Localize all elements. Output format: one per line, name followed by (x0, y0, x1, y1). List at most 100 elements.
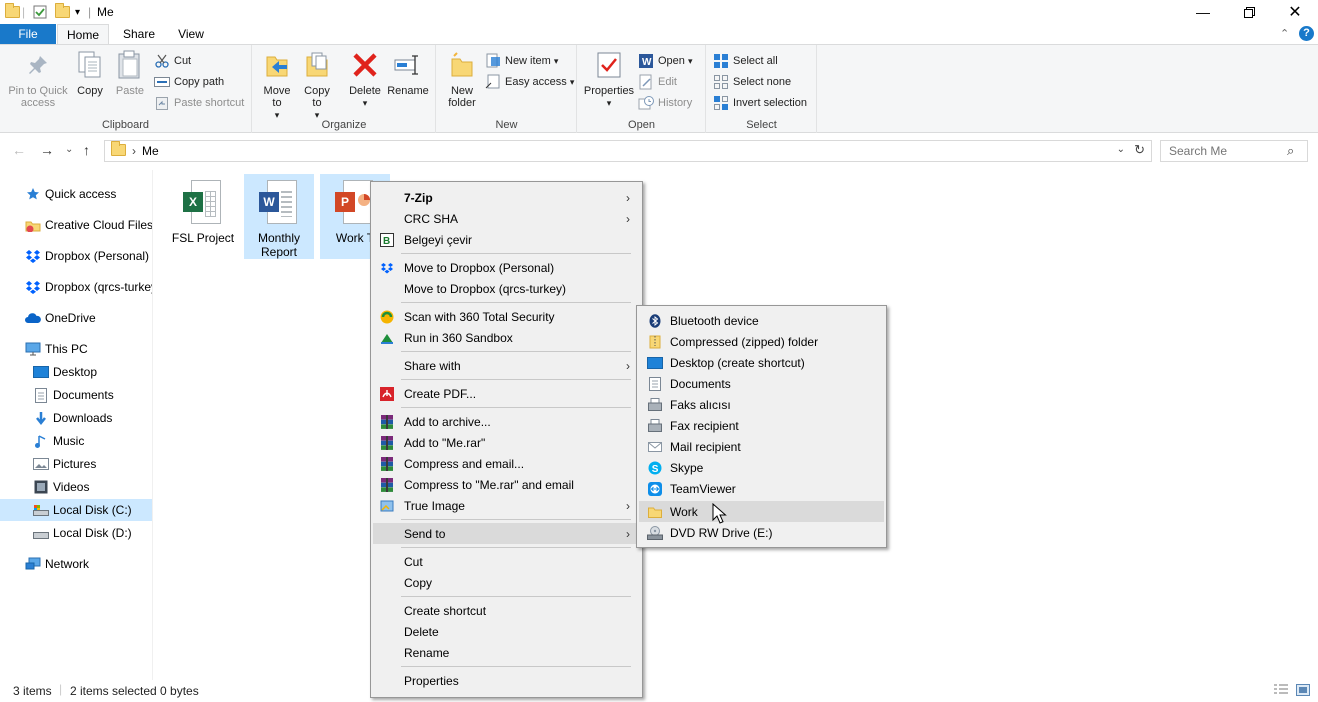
menu-item-compress-to-me-rar-email[interactable]: Compress to "Me.rar" and email (373, 474, 640, 495)
help-icon[interactable]: ? (1299, 26, 1314, 41)
open-label: Open (658, 55, 685, 67)
menu-item-7zip[interactable]: 7-Zip › (373, 187, 640, 208)
send-to-faks-alicisi[interactable]: Faks alıcısı (639, 394, 884, 415)
menu-item-run-360-sandbox[interactable]: Run in 360 Sandbox (373, 327, 640, 348)
send-to-bluetooth[interactable]: Bluetooth device (639, 310, 884, 331)
dropbox-icon (379, 260, 395, 276)
paste-button[interactable]: Paste (112, 49, 148, 97)
copy-path-button[interactable]: Copy path (154, 72, 224, 92)
sidebar-item-local-disk-d[interactable]: Local Disk (D:) (0, 522, 152, 544)
forward-arrow-icon[interactable]: → (40, 142, 54, 158)
sidebar-item-quick-access[interactable]: Quick access (0, 183, 152, 205)
mail-icon (647, 439, 663, 455)
sidebar-item-network[interactable]: Network (0, 553, 152, 575)
menu-item-create-shortcut[interactable]: Create shortcut (373, 600, 640, 621)
new-folder-quick-icon[interactable] (55, 3, 70, 20)
send-to-fax-recipient[interactable]: Fax recipient (639, 415, 884, 436)
collapse-ribbon-icon[interactable]: ⌃ (1280, 27, 1289, 40)
copy-to-button[interactable]: Copy to ▾ (299, 49, 335, 121)
sidebar-item-desktop[interactable]: Desktop (0, 361, 152, 383)
send-to-work[interactable]: Work (639, 501, 884, 522)
tab-view[interactable]: View (170, 24, 212, 44)
back-arrow-icon[interactable]: ← (12, 142, 26, 158)
tab-share[interactable]: Share (118, 24, 160, 44)
menu-item-scan-360[interactable]: Scan with 360 Total Security (373, 306, 640, 327)
tab-home[interactable]: Home (57, 24, 109, 44)
menu-item-copy[interactable]: Copy (373, 572, 640, 593)
refresh-icon[interactable]: ↻ (1134, 142, 1145, 158)
sidebar-item-downloads[interactable]: Downloads (0, 407, 152, 429)
sidebar-item-this-pc[interactable]: This PC (0, 338, 152, 360)
menu-item-belgeyi-cevir[interactable]: B Belgeyi çevir (373, 229, 640, 250)
menu-item-true-image[interactable]: True Image › (373, 495, 640, 516)
close-button[interactable]: ✕ (1272, 0, 1318, 24)
edit-button[interactable]: Edit (638, 72, 677, 92)
send-to-desktop[interactable]: Desktop (create shortcut) (639, 352, 884, 373)
pictures-icon (33, 456, 49, 472)
new-item-button[interactable]: New item ▾ (485, 51, 558, 71)
sidebar-item-dropbox-qrcs[interactable]: Dropbox (qrcs-turkey (0, 276, 152, 298)
recent-locations-icon[interactable]: ⌄ (65, 144, 73, 155)
sidebar-item-local-disk-c[interactable]: Local Disk (C:) (0, 499, 152, 521)
menu-item-crc-sha[interactable]: CRC SHA › (373, 208, 640, 229)
send-to-mail-recipient[interactable]: Mail recipient (639, 436, 884, 457)
menu-item-rename[interactable]: Rename (373, 642, 640, 663)
large-icons-view-icon[interactable] (1296, 684, 1310, 699)
move-to-button[interactable]: Move to ▾ (259, 49, 295, 121)
status-item-count: 3 items (13, 684, 52, 698)
menu-item-delete[interactable]: Delete (373, 621, 640, 642)
rename-button[interactable]: Rename (387, 49, 429, 97)
menu-item-share-with[interactable]: Share with › (373, 355, 640, 376)
address-dropdown-icon[interactable]: ⌄ (1117, 144, 1125, 155)
breadcrumb-me[interactable]: Me (142, 144, 159, 158)
invert-selection-button[interactable]: Invert selection (713, 93, 807, 113)
sidebar-item-dropbox-personal[interactable]: Dropbox (Personal) (0, 245, 152, 267)
menu-item-add-to-archive[interactable]: Add to archive... (373, 411, 640, 432)
cut-button[interactable]: Cut (154, 51, 191, 71)
menu-item-create-pdf[interactable]: Create PDF... (373, 383, 640, 404)
copy-button[interactable]: Copy (74, 49, 106, 97)
select-none-button[interactable]: Select none (713, 72, 791, 92)
search-input[interactable] (1160, 140, 1308, 162)
menu-item-move-to-dropbox-qrcs[interactable]: Move to Dropbox (qrcs-turkey) (373, 278, 640, 299)
send-to-teamviewer[interactable]: TeamViewer (639, 478, 884, 499)
new-folder-button[interactable]: New folder (441, 49, 483, 109)
open-button[interactable]: W Open ▾ (638, 51, 693, 71)
properties-button[interactable]: Properties ▾ (582, 49, 636, 109)
send-to-documents[interactable]: Documents (639, 373, 884, 394)
file-item-monthly-report[interactable]: W Monthly Report (244, 174, 314, 259)
sidebar-item-documents[interactable]: Documents (0, 384, 152, 406)
send-to-dvd-drive[interactable]: DVD RW Drive (E:) (639, 522, 884, 543)
menu-item-cut[interactable]: Cut (373, 551, 640, 572)
sidebar-item-onedrive[interactable]: OneDrive (0, 307, 152, 329)
send-to-compressed-folder[interactable]: Compressed (zipped) folder (639, 331, 884, 352)
minimize-button[interactable]: — (1180, 0, 1226, 24)
sidebar-label: Local Disk (D:) (53, 526, 132, 540)
select-all-button[interactable]: Select all (713, 51, 778, 71)
properties-quick-icon[interactable] (33, 4, 47, 20)
search-icon[interactable]: ⌕ (1287, 143, 1294, 159)
send-to-skype[interactable]: S Skype (639, 457, 884, 478)
sidebar-item-creative-cloud[interactable]: Creative Cloud Files (0, 214, 152, 236)
tab-file[interactable]: File (0, 24, 56, 44)
details-view-icon[interactable] (1274, 684, 1288, 699)
menu-item-compress-and-email[interactable]: Compress and email... (373, 453, 640, 474)
sidebar-item-pictures[interactable]: Pictures (0, 453, 152, 475)
restore-button[interactable] (1226, 0, 1272, 24)
easy-access-button[interactable]: Easy access ▾ (485, 72, 574, 92)
pin-to-quick-access-button[interactable]: Pin to Quick access (4, 49, 72, 109)
paste-shortcut-button[interactable]: Paste shortcut (154, 93, 244, 113)
up-arrow-icon[interactable]: ↑ (83, 142, 90, 158)
sidebar-item-videos[interactable]: Videos (0, 476, 152, 498)
menu-item-send-to[interactable]: Send to › (373, 523, 640, 544)
menu-item-add-to-me-rar[interactable]: Add to "Me.rar" (373, 432, 640, 453)
menu-item-move-to-dropbox-personal[interactable]: Move to Dropbox (Personal) (373, 257, 640, 278)
delete-button[interactable]: Delete ▾ (345, 49, 385, 109)
history-button[interactable]: History (638, 93, 692, 113)
customize-quick-access-icon[interactable]: ▾ (75, 4, 80, 20)
desktop-icon (33, 364, 49, 380)
file-item-fsl-project[interactable]: X FSL Project (168, 174, 238, 259)
address-bar[interactable]: › Me ⌄ ↻ (104, 140, 1152, 162)
sidebar-item-music[interactable]: Music (0, 430, 152, 452)
navigation-pane: Quick access Creative Cloud Files Dropbo… (0, 170, 153, 680)
